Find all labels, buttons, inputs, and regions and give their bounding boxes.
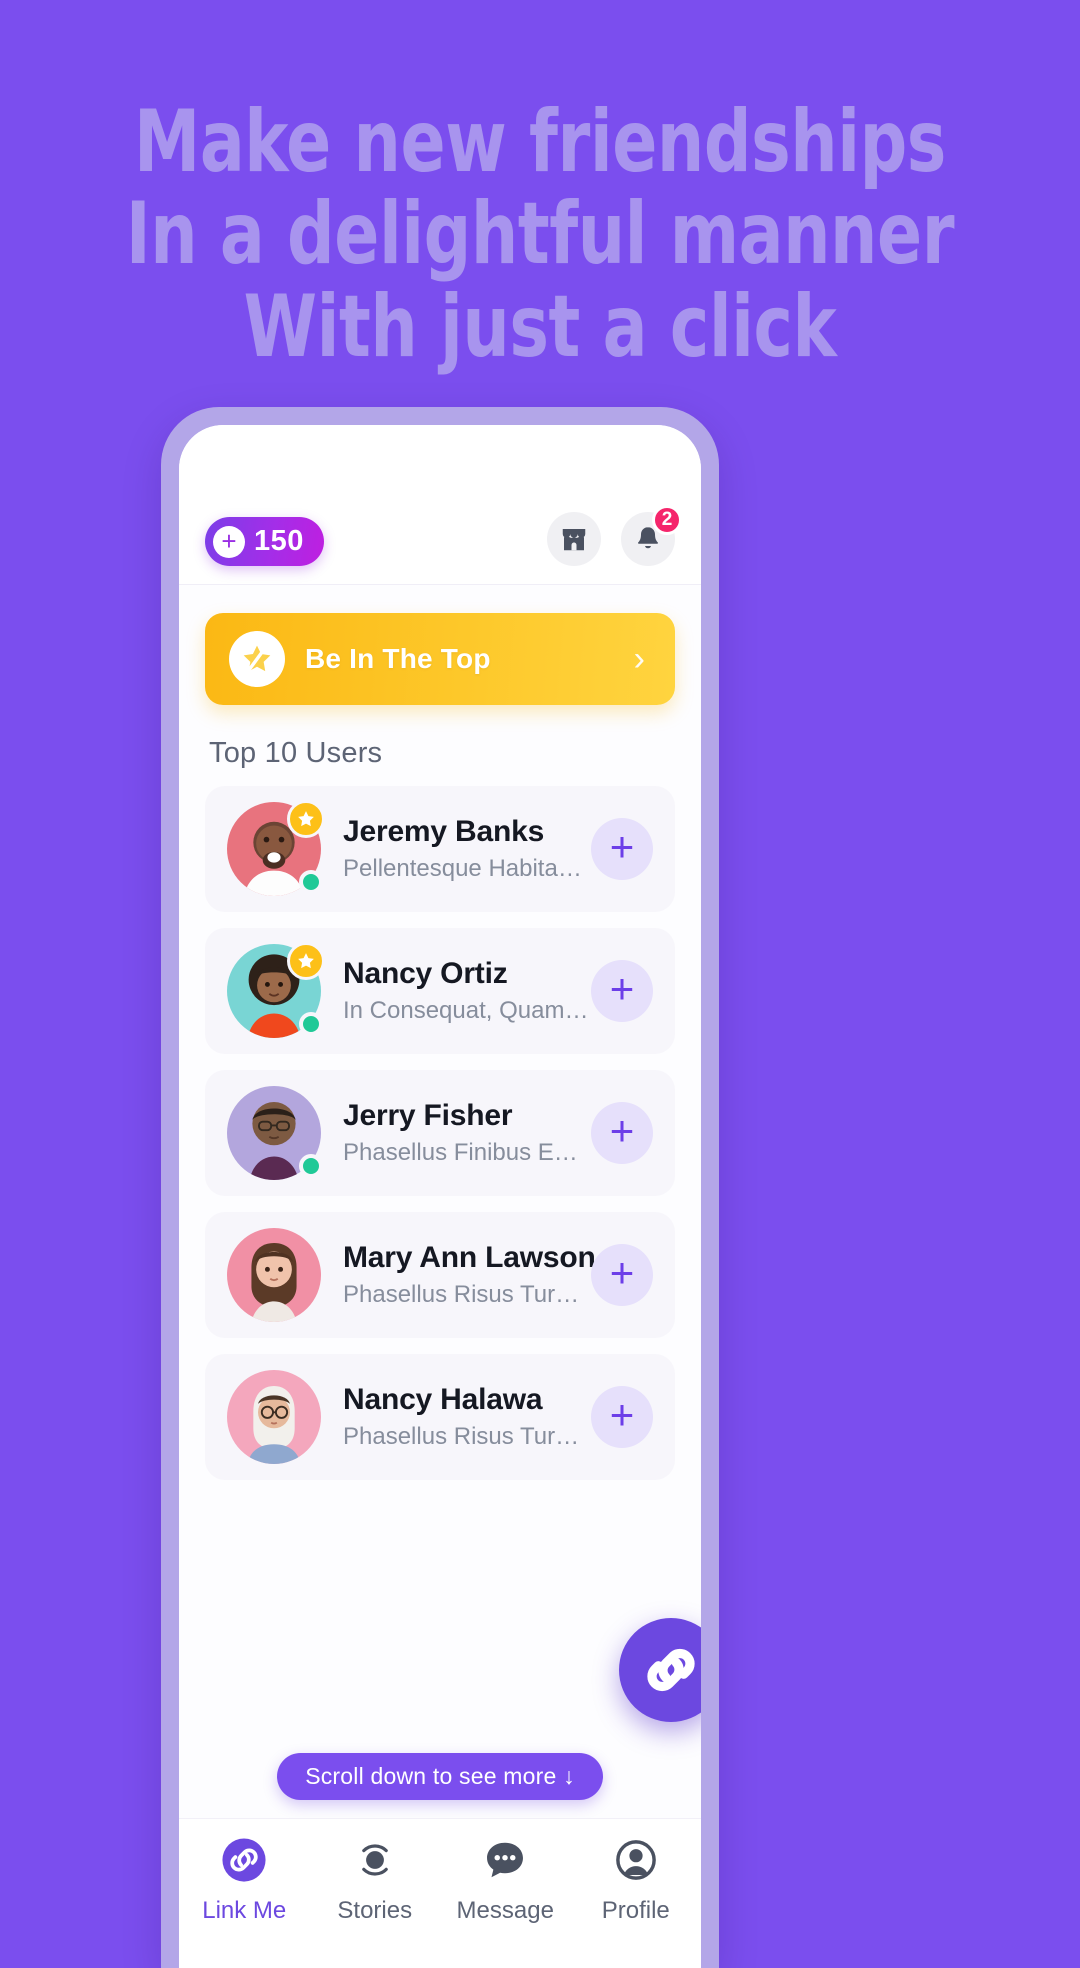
store-button[interactable] bbox=[547, 512, 601, 566]
user-text-block: Jerry Fisher Phasellus Finibus Enim Null… bbox=[343, 1099, 591, 1167]
hero-line-3: With just a click bbox=[243, 276, 837, 377]
add-friend-button[interactable]: + bbox=[591, 960, 653, 1022]
user-text-block: Jeremy Banks Pellentesque Habitant Mor..… bbox=[343, 815, 591, 883]
bottom-navigation: Link Me Stories Message Profile bbox=[179, 1818, 701, 1968]
user-text-block: Mary Ann Lawson Phasellus Risus Turpis, … bbox=[343, 1241, 596, 1309]
add-friend-button[interactable]: + bbox=[591, 1386, 653, 1448]
header-icon-group: 2 bbox=[547, 505, 682, 566]
user-subtitle: Phasellus Risus Turpis, Pretium bbox=[343, 1281, 591, 1308]
top-user-star-icon bbox=[287, 800, 325, 838]
user-subtitle: In Consequat, Quam Id So... bbox=[343, 997, 591, 1024]
list-item[interactable]: Jerry Fisher Phasellus Finibus Enim Null… bbox=[205, 1070, 675, 1196]
user-name: Jeremy Banks bbox=[343, 815, 545, 848]
avatar bbox=[227, 942, 325, 1038]
add-friend-button[interactable]: + bbox=[591, 818, 653, 880]
profile-icon bbox=[611, 1835, 661, 1885]
online-status-dot bbox=[299, 1012, 323, 1036]
nav-item-stories[interactable]: Stories bbox=[310, 1835, 441, 1925]
phone-mockup-frame: + 150 2 Be In The Top › Top 10 Users Jer… bbox=[161, 407, 719, 1968]
link-icon bbox=[647, 1648, 695, 1692]
promo-label: Be In The Top bbox=[305, 643, 491, 674]
user-text-block: Nancy Halawa Phasellus Risus Turpis, Pre… bbox=[343, 1383, 591, 1451]
add-friend-button[interactable]: + bbox=[591, 1102, 653, 1164]
scroll-hint-wrapper: Scroll down to see more ↓ bbox=[179, 1753, 701, 1800]
nav-item-profile[interactable]: Profile bbox=[571, 1835, 702, 1925]
user-subtitle: Phasellus Finibus Enim Nulla, bbox=[343, 1139, 591, 1166]
link-fab-button[interactable] bbox=[619, 1618, 701, 1722]
list-item[interactable]: Nancy Ortiz In Consequat, Quam Id So... … bbox=[205, 928, 675, 1054]
user-name: Nancy Ortiz bbox=[343, 957, 508, 990]
app-content: Be In The Top › Top 10 Users Jeremy Bank… bbox=[179, 585, 701, 1818]
app-header: + 150 2 bbox=[179, 425, 701, 585]
section-title: Top 10 Users bbox=[209, 737, 383, 769]
message-icon bbox=[480, 1835, 530, 1885]
store-icon bbox=[562, 529, 586, 551]
hero-line-2: In a delightful manner bbox=[125, 184, 955, 285]
plus-icon: + bbox=[213, 525, 245, 558]
star-badge-icon bbox=[229, 631, 285, 687]
list-item[interactable]: Jeremy Banks Pellentesque Habitant Mor..… bbox=[205, 786, 675, 912]
top-user-star-icon bbox=[287, 942, 325, 980]
top-users-list: Jeremy Banks Pellentesque Habitant Mor..… bbox=[205, 786, 675, 1480]
nav-item-message[interactable]: Message bbox=[440, 1835, 571, 1925]
nav-label: Stories bbox=[337, 1897, 413, 1924]
avatar bbox=[227, 1370, 321, 1464]
link-icon bbox=[219, 1835, 269, 1885]
user-name: Nancy Halawa bbox=[343, 1383, 543, 1416]
stories-icon bbox=[350, 1835, 400, 1885]
nav-label: Link Me bbox=[202, 1897, 287, 1924]
avatar bbox=[227, 800, 325, 896]
user-name: Mary Ann Lawson bbox=[343, 1241, 596, 1274]
points-badge[interactable]: + 150 bbox=[205, 517, 324, 566]
user-name: Jerry Fisher bbox=[343, 1099, 513, 1132]
scroll-hint-pill[interactable]: Scroll down to see more ↓ bbox=[277, 1753, 603, 1800]
user-text-block: Nancy Ortiz In Consequat, Quam Id So... bbox=[343, 957, 591, 1025]
points-value: 150 bbox=[254, 525, 304, 557]
user-subtitle: Phasellus Risus Turpis, Pretium bbox=[343, 1423, 591, 1450]
add-friend-button[interactable]: + bbox=[591, 1244, 653, 1306]
online-status-dot bbox=[299, 1154, 323, 1178]
be-in-the-top-banner[interactable]: Be In The Top › bbox=[205, 613, 675, 705]
avatar bbox=[227, 1228, 321, 1322]
nav-label: Message bbox=[456, 1897, 554, 1924]
hero-line-1: Make new friendships bbox=[134, 92, 946, 192]
online-status-dot bbox=[299, 870, 323, 894]
list-item[interactable]: Mary Ann Lawson Phasellus Risus Turpis, … bbox=[205, 1212, 675, 1338]
phone-screen: + 150 2 Be In The Top › Top 10 Users Jer… bbox=[179, 425, 701, 1968]
hero-headline: Make new friendships In a delightful man… bbox=[0, 96, 1080, 373]
notification-badge: 2 bbox=[652, 505, 682, 535]
avatar bbox=[227, 1086, 323, 1180]
notifications-button[interactable]: 2 bbox=[621, 505, 682, 566]
nav-label: Profile bbox=[601, 1897, 670, 1924]
chevron-right-icon: › bbox=[633, 639, 645, 678]
list-item[interactable]: Nancy Halawa Phasellus Risus Turpis, Pre… bbox=[205, 1354, 675, 1480]
nav-item-link-me[interactable]: Link Me bbox=[179, 1835, 310, 1925]
user-subtitle: Pellentesque Habitant Mor... bbox=[343, 855, 591, 882]
